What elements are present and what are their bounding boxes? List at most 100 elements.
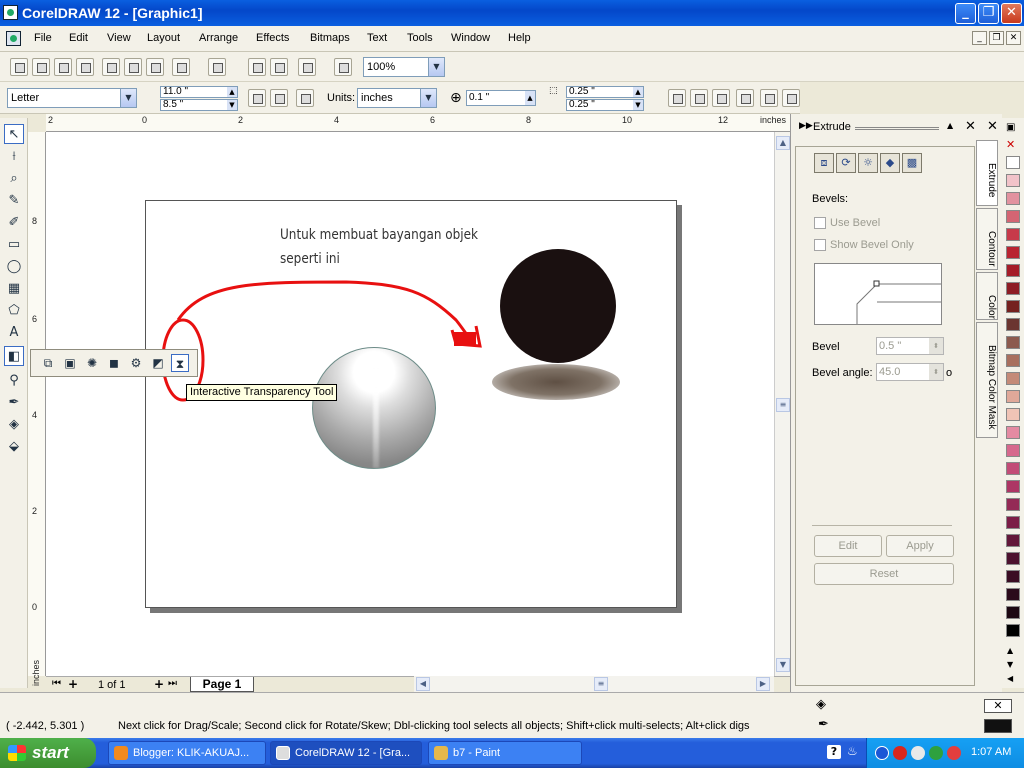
coreldraw-app-icon[interactable] — [3, 5, 18, 20]
color-swatch[interactable] — [1006, 408, 1020, 421]
interactive-extrude-tool-icon[interactable]: ◩ — [149, 354, 167, 372]
zoom-tool-icon[interactable]: ⌕ — [4, 168, 24, 188]
docker-close-all-icon[interactable]: ✕ — [987, 119, 998, 134]
spin-arrows-icon[interactable]: ▼ — [227, 100, 237, 110]
corel-online-icon[interactable] — [334, 58, 352, 76]
antivirus-icon[interactable] — [893, 746, 907, 760]
last-page-icon[interactable]: ⏭ — [168, 678, 177, 689]
treat-as-filled-icon[interactable] — [760, 89, 778, 107]
color-swatch[interactable] — [1006, 246, 1020, 259]
palette-scroll-down-icon[interactable]: ▼ — [1007, 660, 1013, 669]
menu-edit[interactable]: Edit — [69, 32, 88, 44]
spin-arrows-icon[interactable]: ▲ — [525, 91, 535, 105]
color-swatch[interactable] — [1006, 534, 1020, 547]
volume-icon[interactable] — [911, 746, 925, 760]
text-tool-icon[interactable]: A — [4, 322, 24, 342]
export-icon[interactable] — [270, 58, 288, 76]
security-icon[interactable] — [929, 746, 943, 760]
doc-close-button[interactable]: ✕ — [1006, 31, 1021, 45]
color-swatch[interactable] — [1006, 462, 1020, 475]
interactive-envelope-tool-icon[interactable]: ⚙ — [127, 354, 145, 372]
paper-width-field[interactable]: 11.0 " ▲ — [160, 86, 238, 98]
scroll-left-icon[interactable]: ◀ — [416, 677, 430, 691]
bevel-angle-field[interactable]: 45.0 ⬍ — [876, 363, 944, 381]
color-swatch[interactable] — [1006, 588, 1020, 601]
outline-swatch[interactable] — [984, 719, 1012, 733]
docker-close-icon[interactable]: ✕ — [965, 119, 976, 134]
color-swatch[interactable] — [1006, 498, 1020, 511]
menu-arrange[interactable]: Arrange — [199, 32, 238, 44]
extrude-camera-icon[interactable]: ⧈ — [814, 153, 834, 173]
add-page-before-icon[interactable]: + — [68, 677, 78, 691]
paste-icon[interactable] — [146, 58, 164, 76]
maximize-button[interactable]: ❐ — [978, 3, 999, 24]
print-icon[interactable] — [76, 58, 94, 76]
extrude-color-icon[interactable]: ◆ — [880, 153, 900, 173]
open-icon[interactable] — [32, 58, 50, 76]
spin-arrows-icon[interactable]: ⬍ — [929, 364, 943, 380]
eyedropper-tool-icon[interactable]: ⚲ — [4, 370, 24, 390]
show-bevel-only-checkbox[interactable] — [814, 239, 826, 251]
page-layout-icon[interactable] — [296, 89, 314, 107]
close-button[interactable]: ✕ — [1001, 3, 1022, 24]
apply-button[interactable]: Apply — [886, 535, 954, 557]
document-icon[interactable] — [6, 31, 21, 46]
rectangle-tool-icon[interactable]: ▭ — [4, 234, 24, 254]
taskbar-item-blogger[interactable]: Blogger: KLIK-AKUAJ... — [108, 741, 266, 765]
add-page-after-icon[interactable]: + — [154, 677, 164, 691]
doc-minimize-button[interactable]: _ — [972, 31, 987, 45]
menu-view[interactable]: View — [107, 32, 131, 44]
snap-grid-icon[interactable] — [668, 89, 686, 107]
interactive-contour-tool-icon[interactable]: ▣ — [61, 354, 79, 372]
edit-button[interactable]: Edit — [814, 535, 882, 557]
landscape-icon[interactable] — [270, 89, 288, 107]
color-swatch[interactable] — [1006, 624, 1020, 637]
draw-options-icon[interactable] — [782, 89, 800, 107]
tray-app-icon[interactable] — [947, 746, 961, 760]
new-icon[interactable] — [10, 58, 28, 76]
interactive-drop-shadow-tool-icon[interactable]: ◼ — [105, 354, 123, 372]
color-swatch[interactable] — [1006, 606, 1020, 619]
scroll-thumb[interactable]: ≡ — [776, 398, 790, 412]
pick-tool-icon[interactable]: ↖ — [4, 124, 24, 144]
outline-tool-icon[interactable]: ✒ — [4, 392, 24, 412]
duplicate-y-field[interactable]: 0.25 " ▼ — [566, 99, 644, 111]
color-swatch[interactable] — [1006, 318, 1020, 331]
extrude-bevel-icon[interactable]: ▩ — [902, 153, 922, 173]
color-swatch[interactable] — [1006, 516, 1020, 529]
snap-objects-icon[interactable] — [712, 89, 730, 107]
cut-icon[interactable] — [102, 58, 120, 76]
tab-color[interactable]: Color — [976, 272, 998, 320]
interactive-tools-icon[interactable]: ◧ — [4, 346, 24, 366]
save-icon[interactable] — [54, 58, 72, 76]
menu-bitmaps[interactable]: Bitmaps — [310, 32, 350, 44]
color-swatch[interactable] — [1006, 444, 1020, 457]
color-swatch[interactable] — [1006, 354, 1020, 367]
fill-indicator-icon[interactable]: ◈ — [816, 697, 826, 712]
palette-menu-icon[interactable]: ▣ — [1006, 122, 1015, 133]
start-button[interactable]: start — [0, 738, 96, 768]
freehand-tool-icon[interactable]: ✎ — [4, 190, 24, 210]
color-swatch[interactable] — [1006, 390, 1020, 403]
drawing-canvas[interactable]: Untuk membuat bayangan objek seperti ini — [46, 132, 774, 676]
undo-icon[interactable] — [172, 58, 190, 76]
color-swatch[interactable] — [1006, 228, 1020, 241]
horizontal-ruler[interactable]: 2 0 2 4 6 8 10 12 inches — [46, 114, 790, 132]
first-page-icon[interactable]: ⏮ — [52, 678, 61, 689]
minimize-button[interactable]: _ — [955, 3, 976, 24]
spin-arrows-icon[interactable]: ▲ — [633, 87, 643, 97]
fill-tool-icon[interactable]: ◈ — [4, 414, 24, 434]
zoom-levels-dropdown[interactable]: 100% ▼ — [363, 57, 445, 77]
menu-text[interactable]: Text — [367, 32, 387, 44]
interactive-transparency-tool-icon[interactable]: ⧗ — [171, 354, 189, 372]
extrude-lighting-icon[interactable]: ☼ — [858, 153, 878, 173]
scroll-up-icon[interactable]: ▲ — [776, 136, 790, 150]
menu-layout[interactable]: Layout — [147, 32, 180, 44]
paper-type-dropdown[interactable]: Letter ▼ — [7, 88, 137, 108]
outline-indicator-icon[interactable]: ✒ — [818, 717, 829, 732]
dynamic-guides-icon[interactable] — [736, 89, 754, 107]
redo-icon[interactable] — [208, 58, 226, 76]
vertical-ruler[interactable]: 8 6 4 2 0 inches — [28, 132, 46, 686]
color-swatch[interactable] — [1006, 336, 1020, 349]
color-swatch[interactable] — [1006, 300, 1020, 313]
